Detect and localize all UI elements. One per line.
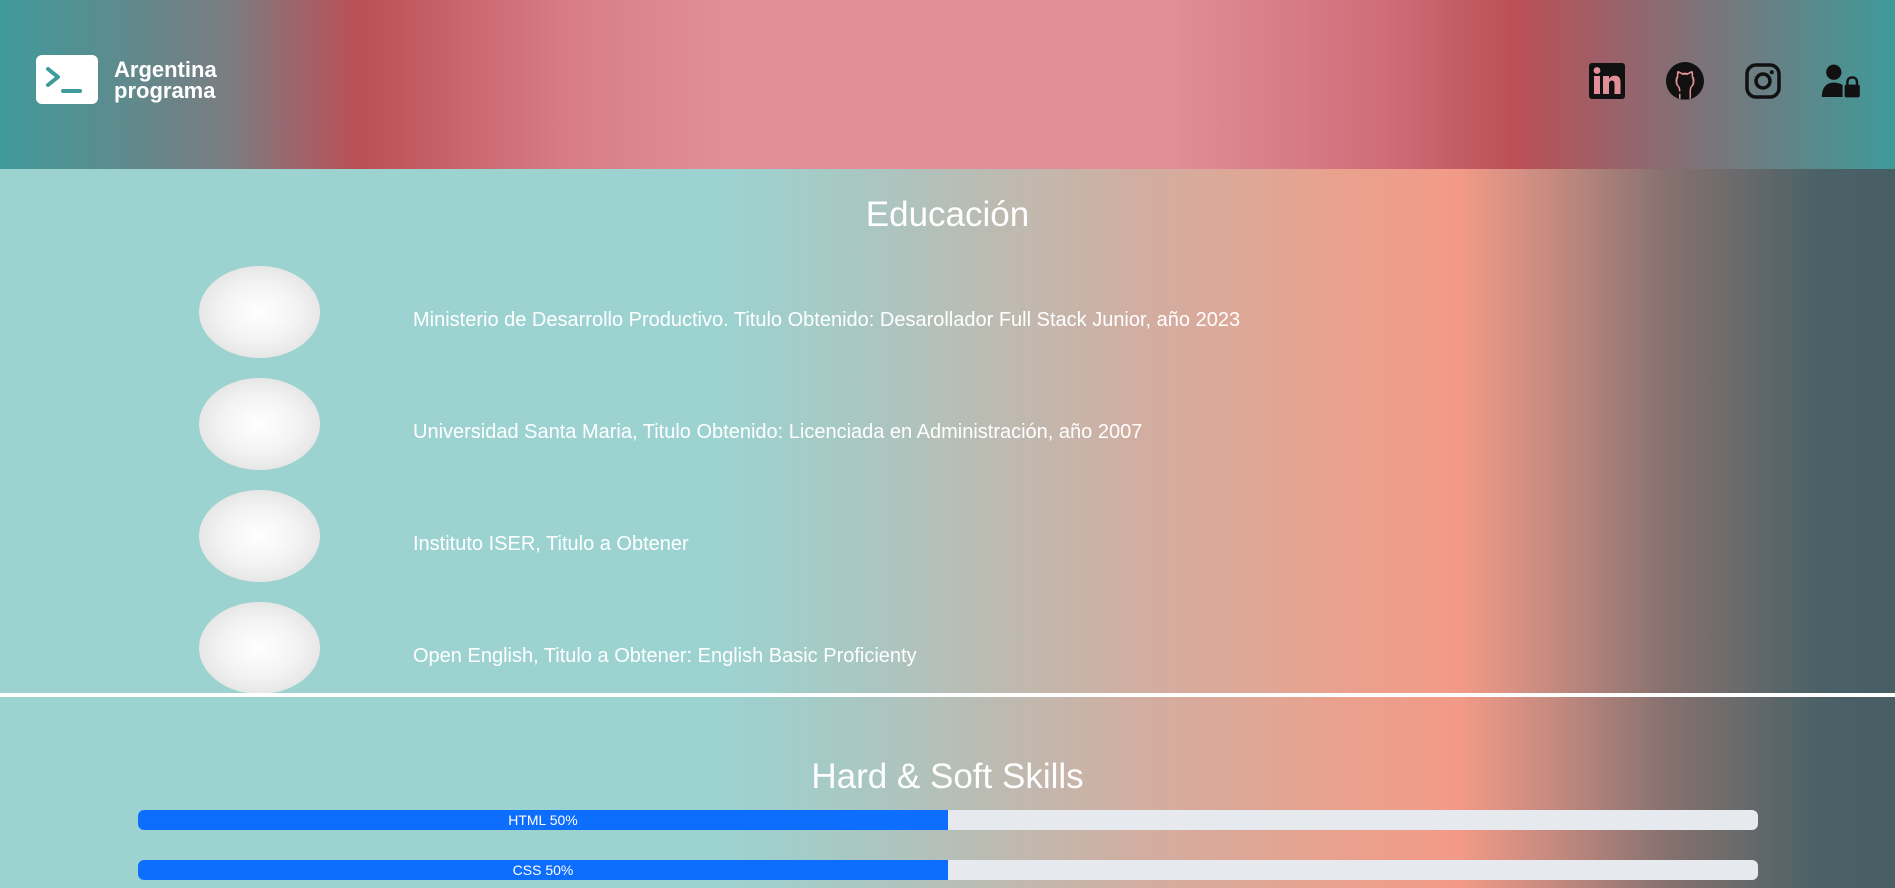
argentina-programa-logo[interactable]: Argentina programa (36, 55, 217, 104)
skill-progress-bar: HTML 50% (138, 810, 1758, 830)
education-item-text: Ministerio de Desarrollo Productivo. Tit… (413, 308, 1241, 331)
github-icon[interactable] (1665, 60, 1705, 102)
skill-progress-fill: HTML 50% (138, 810, 948, 830)
skill-progress-fill: CSS 50% (138, 860, 948, 880)
education-item: Universidad Santa Maria, Titulo Obtenido… (199, 378, 1599, 470)
institution-logo (199, 602, 320, 694)
social-nav (1587, 60, 1861, 102)
logo-line-2: programa (114, 77, 216, 103)
logo-line-1: Argentina (114, 56, 217, 82)
terminal-icon (36, 55, 98, 104)
instagram-icon[interactable] (1743, 60, 1783, 102)
education-item-text: Universidad Santa Maria, Titulo Obtenido… (413, 420, 1143, 443)
institution-logo (199, 378, 320, 470)
education-item-text: Open English, Titulo a Obtener: English … (413, 644, 917, 667)
main-content: Educación Ministerio de Desarrollo Produ… (0, 169, 1895, 888)
institution-logo (199, 266, 320, 358)
education-item-text: Instituto ISER, Titulo a Obtener (413, 532, 689, 555)
education-item: Instituto ISER, Titulo a Obtener (199, 490, 1599, 582)
education-item: Open English, Titulo a Obtener: English … (199, 602, 1599, 694)
section-divider (0, 693, 1895, 697)
linkedin-icon[interactable] (1587, 60, 1627, 102)
institution-logo (199, 490, 320, 582)
skill-progress-bar: CSS 50% (138, 860, 1758, 880)
education-item: Ministerio de Desarrollo Productivo. Tit… (199, 266, 1599, 358)
skills-title: Hard & Soft Skills (811, 757, 1084, 796)
education-title: Educación (865, 195, 1030, 234)
user-lock-icon[interactable] (1821, 60, 1861, 102)
header: Argentina programa (0, 0, 1895, 169)
logo-text: Argentina programa (114, 56, 217, 103)
